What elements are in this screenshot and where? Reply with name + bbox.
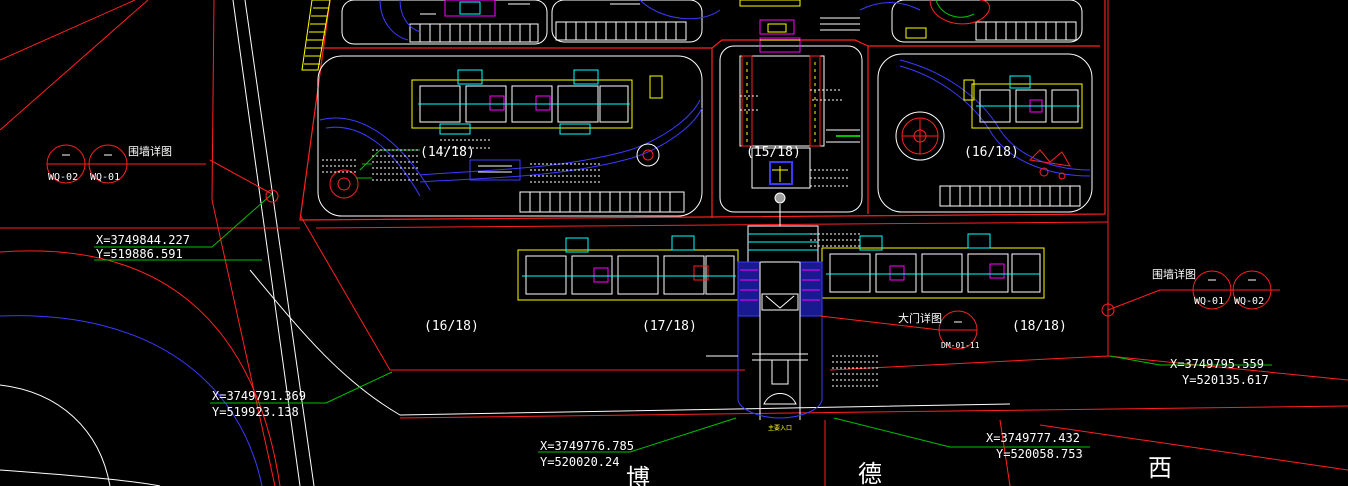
- annotation-marks: [440, 89, 860, 247]
- zone-label-14: (14/18): [420, 145, 475, 160]
- coord2-x: X=3749791.369: [212, 389, 306, 403]
- wall-detail-right: 围墙详图 WQ-01 WQ-02: [1101, 267, 1272, 317]
- coord4-y: Y=520058.753: [996, 447, 1083, 461]
- zone-label-16-upper: (16/18): [964, 145, 1019, 160]
- road-name-char2: 德: [858, 460, 882, 486]
- wall-detail-left-label: 围墙详图: [128, 144, 172, 158]
- zone-label-17: (17/18): [642, 319, 697, 334]
- cad-drawing-canvas: 围墙详图 WQ-02 WQ-01 围墙详图 WQ-01 WQ-02 大门详图 D…: [0, 0, 1348, 486]
- block14-landscape: [319, 99, 703, 199]
- parking-block14: [519, 191, 685, 213]
- road-name: 博 德 西: [626, 454, 1172, 486]
- road-name-char1: 博: [626, 464, 650, 486]
- zone-label-15: (15/18): [746, 145, 801, 160]
- wall-detail-right-tag1: WQ-01: [1194, 296, 1224, 307]
- main-gate: [706, 225, 880, 420]
- coord4-x: X=3749777.432: [986, 431, 1080, 445]
- coord2-y: Y=519923.138: [212, 405, 299, 419]
- central-axis: [739, 37, 860, 226]
- gate-detail-tag: DM-01-11: [941, 341, 980, 350]
- wall-detail-left-tag2: WQ-01: [90, 172, 120, 183]
- coordinates: X=3749844.227 Y=519886.591 X=3749791.369…: [96, 233, 1269, 469]
- wall-detail-left-tag1: WQ-02: [48, 172, 78, 183]
- wall-detail-left: 围墙详图 WQ-02 WQ-01: [46, 144, 279, 203]
- wall-detail-right-label: 围墙详图: [1152, 267, 1196, 281]
- gate-detail-label: 大门详图: [898, 311, 942, 325]
- zone-label-16-lower: (16/18): [424, 319, 479, 334]
- parking-block16: [939, 185, 1081, 207]
- coord1-x: X=3749844.227: [96, 233, 190, 247]
- coord5-y: Y=520135.617: [1182, 373, 1269, 387]
- coord3-y: Y=520020.24: [540, 455, 619, 469]
- coord1-y: Y=519886.591: [96, 247, 183, 261]
- lower-building-row: [517, 233, 1045, 301]
- parking-top-mid: [555, 21, 687, 41]
- road-lines: [0, 0, 1348, 486]
- coord5-x: X=3749795.559: [1170, 357, 1264, 371]
- road-name-char3: 西: [1148, 454, 1172, 482]
- wall-detail-right-tag2: WQ-02: [1234, 296, 1264, 307]
- zone-label-18: (18/18): [1012, 319, 1067, 334]
- top-area-details: [379, 0, 990, 41]
- parking-top-right: [975, 21, 1077, 41]
- gate-detail: 大门详图 DM-01-11: [898, 310, 980, 350]
- block16-upper: [895, 59, 1091, 180]
- block14-building: [411, 69, 663, 135]
- cad-site-plan: 围墙详图 WQ-02 WQ-01 围墙详图 WQ-01 WQ-02 大门详图 D…: [0, 0, 1348, 486]
- coord3-x: X=3749776.785: [540, 439, 634, 453]
- parking-top-left: [409, 23, 539, 43]
- entrance-label: 主要入口: [768, 424, 792, 432]
